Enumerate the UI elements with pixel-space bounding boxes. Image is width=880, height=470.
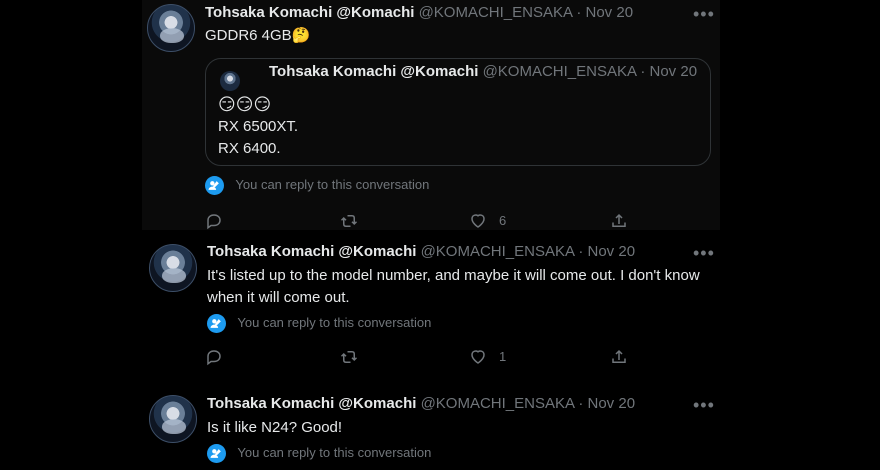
heart-icon[interactable] (469, 212, 487, 230)
reply-notice-text: You can reply to this conversation (237, 445, 432, 460)
tweet-header: Tohsaka Komachi @Komachi @KOMACHI_ENSAKA… (207, 394, 635, 414)
more-icon[interactable]: ••• (693, 5, 715, 23)
retweet-icon[interactable] (339, 348, 359, 366)
reply-icon[interactable] (205, 212, 223, 230)
action-bar: 1 (205, 348, 628, 368)
more-icon[interactable]: ••• (693, 396, 715, 414)
reply-notice-text: You can reply to this conversation (237, 315, 432, 330)
quote-text: RX 6500XT. RX 6400. (218, 118, 299, 157)
display-name[interactable]: Tohsaka Komachi @Komachi (205, 4, 414, 21)
display-name[interactable]: Tohsaka Komachi @Komachi (207, 395, 416, 412)
people-icon (205, 176, 224, 196)
tweet-header: Tohsaka Komachi @Komachi @KOMACHI_ENSAKA… (205, 3, 633, 23)
more-icon[interactable]: ••• (693, 244, 715, 262)
tweet-text: It's listed up to the model number, and … (207, 267, 704, 306)
tweet-text: Is it like N24? Good! (207, 419, 343, 436)
avatar[interactable] (147, 4, 195, 52)
handle-date[interactable]: @KOMACHI_ENSAKA · Nov 20 (421, 395, 635, 412)
display-name[interactable]: Tohsaka Komachi @Komachi (207, 243, 416, 260)
share-icon[interactable] (610, 348, 628, 366)
display-name[interactable]: Tohsaka Komachi @Komachi (269, 63, 478, 80)
like-button[interactable]: 1 (469, 348, 506, 366)
avatar[interactable] (149, 244, 197, 292)
like-count: 1 (499, 349, 507, 364)
like-button[interactable]: 6 (469, 212, 506, 230)
tweet-header: Tohsaka Komachi @Komachi @KOMACHI_ENSAKA… (207, 242, 635, 262)
handle-date[interactable]: @KOMACHI_ENSAKA · Nov 20 (419, 4, 633, 21)
reply-notice-text: You can reply to this conversation (235, 177, 430, 192)
tweet-text: GDDR6 4GB🤔 (205, 27, 311, 44)
heart-icon[interactable] (469, 348, 487, 366)
people-icon (207, 444, 226, 464)
retweet-icon[interactable] (339, 212, 359, 230)
quote-emoji: 😏😏😏 (218, 95, 272, 114)
action-bar: 6 (205, 212, 628, 232)
tweet-1[interactable]: Tohsaka Komachi @Komachi @KOMACHI_ENSAKA… (142, 0, 720, 230)
handle-date[interactable]: @KOMACHI_ENSAKA · Nov 20 (421, 243, 635, 260)
quoted-tweet[interactable]: Tohsaka Komachi @Komachi @KOMACHI_ENSAKA… (205, 58, 711, 166)
avatar[interactable] (220, 71, 240, 91)
avatar[interactable] (149, 395, 197, 443)
like-count: 6 (499, 213, 507, 228)
share-icon[interactable] (610, 212, 628, 230)
quote-header: Tohsaka Komachi @Komachi @KOMACHI_ENSAKA… (269, 62, 697, 82)
tweet-3[interactable]: Tohsaka Komachi @Komachi @KOMACHI_ENSAKA… (142, 387, 720, 470)
handle-date[interactable]: @KOMACHI_ENSAKA · Nov 20 (483, 63, 697, 80)
reply-notice: You can reply to this conversation (205, 176, 430, 196)
tweet-2[interactable]: Tohsaka Komachi @Komachi @KOMACHI_ENSAKA… (142, 235, 720, 385)
people-icon (207, 314, 226, 334)
reply-notice: You can reply to this conversation (207, 314, 432, 334)
reply-icon[interactable] (205, 348, 223, 366)
reply-notice: You can reply to this conversation (207, 444, 432, 464)
